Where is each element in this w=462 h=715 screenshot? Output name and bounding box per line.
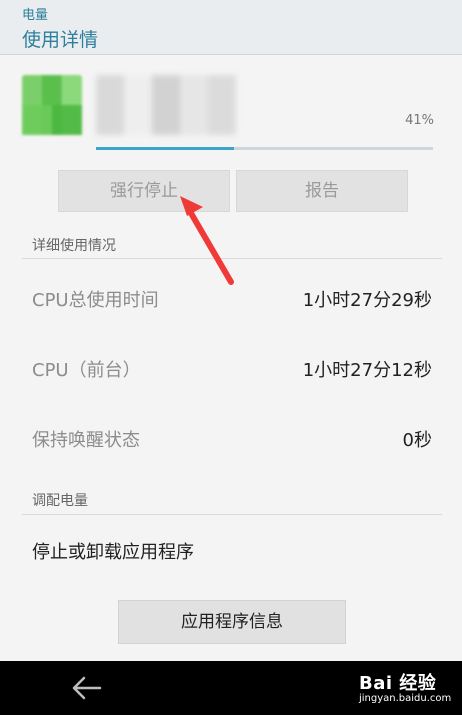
report-button[interactable]: 报告 bbox=[236, 170, 408, 212]
detail-row-cpu-total: CPU总使用时间 1小时27分29秒 bbox=[0, 278, 462, 314]
watermark-brand: Bai 经验 bbox=[359, 673, 437, 694]
app-icon bbox=[22, 75, 82, 135]
power-heading: 调配电量 bbox=[32, 493, 88, 509]
detail-row-keep-awake: 保持唤醒状态 0秒 bbox=[0, 418, 462, 454]
app-header: 电量 使用详情 bbox=[0, 0, 462, 55]
divider bbox=[22, 258, 442, 259]
detail-value: 1小时27分29秒 bbox=[302, 290, 432, 311]
battery-percent: 41% bbox=[405, 113, 434, 128]
app-name-redacted bbox=[96, 75, 236, 135]
navigation-bar: Bai 经验 jingyan.baidu.com bbox=[0, 661, 462, 715]
force-stop-button[interactable]: 强行停止 bbox=[58, 170, 230, 212]
divider bbox=[22, 514, 442, 515]
details-heading: 详细使用情况 bbox=[32, 238, 116, 254]
detail-row-cpu-foreground: CPU（前台） 1小时27分12秒 bbox=[0, 348, 462, 384]
battery-usage-bar bbox=[96, 147, 433, 150]
detail-label: CPU（前台） bbox=[32, 360, 141, 381]
back-arrow-icon[interactable] bbox=[70, 674, 102, 702]
detail-label: 保持唤醒状态 bbox=[32, 430, 140, 451]
detail-value: 1小时27分12秒 bbox=[302, 360, 432, 381]
header-subtitle: 电量 bbox=[22, 8, 49, 23]
stop-or-uninstall-item[interactable]: 停止或卸载应用程序 bbox=[32, 538, 194, 564]
detail-value: 0秒 bbox=[402, 430, 432, 451]
app-summary: 41% bbox=[0, 55, 462, 160]
baidu-watermark: Bai 经验 jingyan.baidu.com bbox=[359, 669, 454, 709]
battery-usage-fill bbox=[96, 147, 235, 150]
page-title: 使用详情 bbox=[22, 29, 99, 51]
watermark-url: jingyan.baidu.com bbox=[359, 693, 452, 704]
app-info-button[interactable]: 应用程序信息 bbox=[118, 600, 346, 644]
detail-label: CPU总使用时间 bbox=[32, 290, 159, 311]
